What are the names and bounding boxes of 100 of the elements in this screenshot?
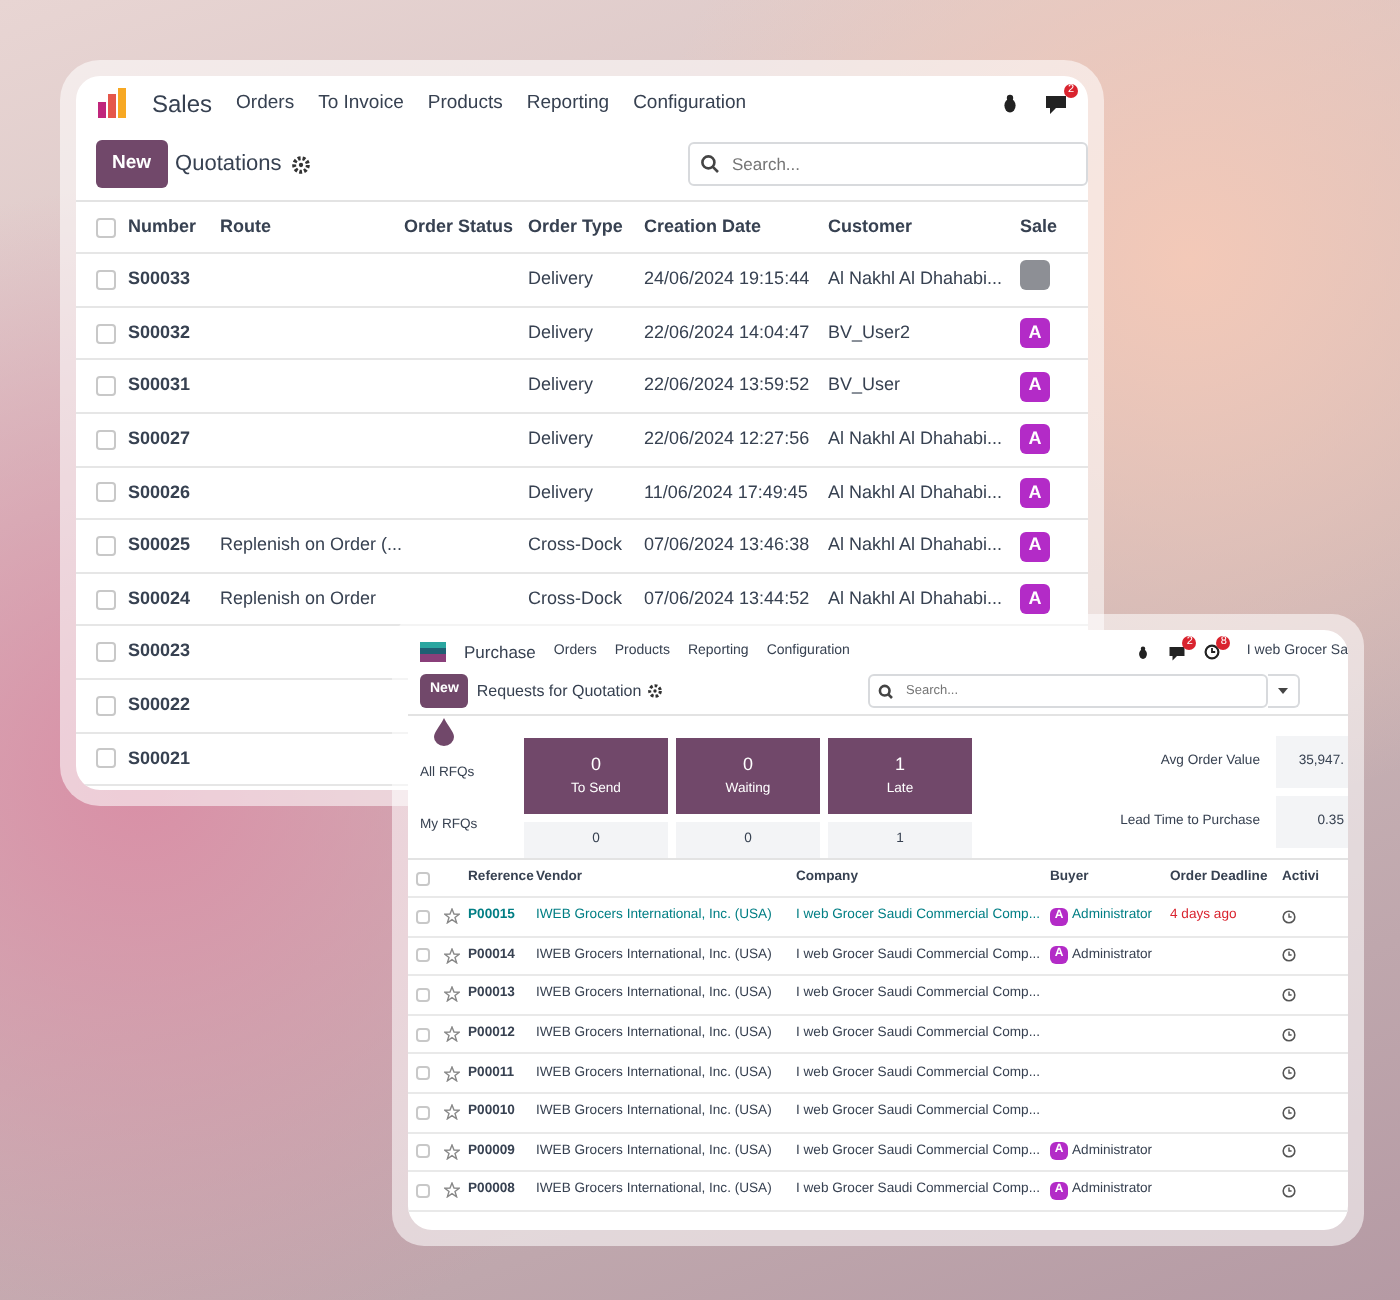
stat-value: 0 xyxy=(588,752,603,779)
table-cell-text: Delivery xyxy=(528,266,596,293)
menu-item[interactable]: To Invoice xyxy=(318,89,404,119)
table-cell-text: Al Nakhl Al Dhahabi... xyxy=(828,426,1005,453)
chat-icon[interactable] xyxy=(1044,92,1068,116)
app-name[interactable]: Sales xyxy=(152,86,213,122)
column-header[interactable]: Sale xyxy=(1020,214,1088,241)
user-avatar: A xyxy=(1020,584,1050,615)
table-cell-text: 07/06/2024 13:44:52 xyxy=(644,585,812,612)
table-cell-text: Delivery xyxy=(528,372,596,399)
table-cell-text: Al Nakhl Al Dhahabi... xyxy=(828,479,1005,506)
search-icon xyxy=(700,154,720,175)
gear-icon xyxy=(647,684,662,698)
clock-icon[interactable] xyxy=(1282,948,1296,963)
clock-icon[interactable] xyxy=(1282,1183,1296,1198)
drop-icon xyxy=(434,718,454,746)
column-header[interactable]: Route xyxy=(220,214,404,241)
clock-icon[interactable] xyxy=(1282,1144,1296,1159)
table-cell-text: Al Nakhl Al Dhahabi... xyxy=(828,266,1005,293)
menu-item[interactable]: Orders xyxy=(236,89,295,119)
stat-value: 0 xyxy=(740,752,755,779)
menu-item[interactable]: Reporting xyxy=(526,89,610,119)
table-cell-text: Cross-Dock xyxy=(528,532,625,559)
table-cell-text: S00025 xyxy=(128,532,193,559)
clock-icon[interactable] xyxy=(1282,1105,1296,1120)
table-cell-text: Al Nakhl Al Dhahabi... xyxy=(828,532,1005,559)
table-cell-text: S00022 xyxy=(128,692,193,719)
stat-value: 1 xyxy=(892,752,907,779)
checkbox[interactable] xyxy=(96,217,116,238)
column-header[interactable]: Order Status xyxy=(404,214,528,241)
clock-icon[interactable] xyxy=(1282,909,1296,924)
table-cell-text: Replenish on Order (... xyxy=(220,532,404,559)
clock-icon[interactable] xyxy=(1204,644,1221,660)
star-icon[interactable] xyxy=(444,947,460,964)
table-cell-text: S00023 xyxy=(128,638,193,665)
column-header[interactable]: Customer xyxy=(828,214,1020,241)
menu-item[interactable]: Products xyxy=(427,89,503,119)
table-cell-text: 22/06/2024 14:04:47 xyxy=(644,319,812,346)
user-avatar: A xyxy=(1020,318,1050,349)
table-cell-text: S00032 xyxy=(128,319,193,346)
checkbox[interactable] xyxy=(416,1183,430,1198)
checkbox[interactable] xyxy=(96,536,116,557)
star-icon[interactable] xyxy=(444,1104,460,1121)
table-cell-text: Cross-Dock xyxy=(528,585,625,612)
star-icon[interactable] xyxy=(444,908,460,925)
table-cell-text: S00021 xyxy=(128,745,193,772)
checkbox[interactable] xyxy=(96,642,116,663)
column-header[interactable]: Number xyxy=(128,214,220,241)
table-cell-text: BV_User2 xyxy=(828,319,913,346)
table-cell-text: 22/06/2024 13:59:52 xyxy=(644,372,812,399)
table-cell-text: S00026 xyxy=(128,479,193,506)
table-cell-text: 07/06/2024 13:46:38 xyxy=(644,532,812,559)
dropdown-toggle[interactable] xyxy=(1268,674,1300,708)
checkbox[interactable] xyxy=(416,1144,430,1159)
bar-chart-logo-icon[interactable] xyxy=(96,88,128,120)
user-avatar: A xyxy=(1020,371,1050,402)
star-icon[interactable] xyxy=(444,1182,460,1199)
search-field[interactable]: Search... xyxy=(688,142,1088,187)
checkbox[interactable] xyxy=(96,695,116,716)
table-cell-text: 24/06/2024 19:15:44 xyxy=(644,266,812,293)
chat-icon[interactable] xyxy=(1168,643,1187,661)
user-avatar: A xyxy=(1020,531,1050,562)
checkbox[interactable] xyxy=(96,748,116,769)
checkbox[interactable] xyxy=(96,429,116,450)
caret-icon xyxy=(1278,688,1288,694)
clock-icon[interactable] xyxy=(1282,987,1296,1002)
search-icon xyxy=(878,683,894,699)
checkbox[interactable] xyxy=(96,482,116,503)
checkbox[interactable] xyxy=(416,987,430,1002)
star-icon[interactable] xyxy=(444,1026,460,1043)
table-cell-text: Al Nakhl Al Dhahabi... xyxy=(828,585,1005,612)
page-title: Requests for Quotation xyxy=(476,679,642,703)
table-cell-text: Delivery xyxy=(528,319,596,346)
column-header[interactable]: Order Type xyxy=(528,214,644,241)
checkbox[interactable] xyxy=(416,948,430,963)
star-icon[interactable] xyxy=(444,1143,460,1160)
checkbox[interactable] xyxy=(416,1066,430,1081)
checkbox[interactable] xyxy=(416,909,430,924)
user-avatar: A xyxy=(1020,424,1050,455)
checkbox[interactable] xyxy=(96,270,116,291)
table-cell-text: S00027 xyxy=(128,426,193,453)
checkbox[interactable] xyxy=(416,1105,430,1120)
checkbox[interactable] xyxy=(416,871,430,885)
table-cell-text: 22/06/2024 12:27:56 xyxy=(644,426,812,453)
checkbox[interactable] xyxy=(96,323,116,344)
checkbox[interactable] xyxy=(416,1027,430,1042)
app-name[interactable]: Purchase xyxy=(464,639,536,665)
checkbox[interactable] xyxy=(96,589,116,610)
checkbox[interactable] xyxy=(96,376,116,397)
app-logo-icon[interactable] xyxy=(420,642,446,662)
column-header[interactable]: Creation Date xyxy=(644,214,828,241)
star-icon[interactable] xyxy=(444,986,460,1003)
user-avatar: A xyxy=(1020,477,1050,508)
new-button[interactable]: New xyxy=(96,140,168,189)
table-cell-text: S00031 xyxy=(128,372,193,399)
clock-icon[interactable] xyxy=(1282,1066,1296,1081)
star-icon[interactable] xyxy=(444,1065,460,1082)
menu-item[interactable]: Configuration xyxy=(633,89,747,119)
clock-icon[interactable] xyxy=(1282,1027,1296,1042)
table-cell-text: Replenish on Order xyxy=(220,585,379,612)
